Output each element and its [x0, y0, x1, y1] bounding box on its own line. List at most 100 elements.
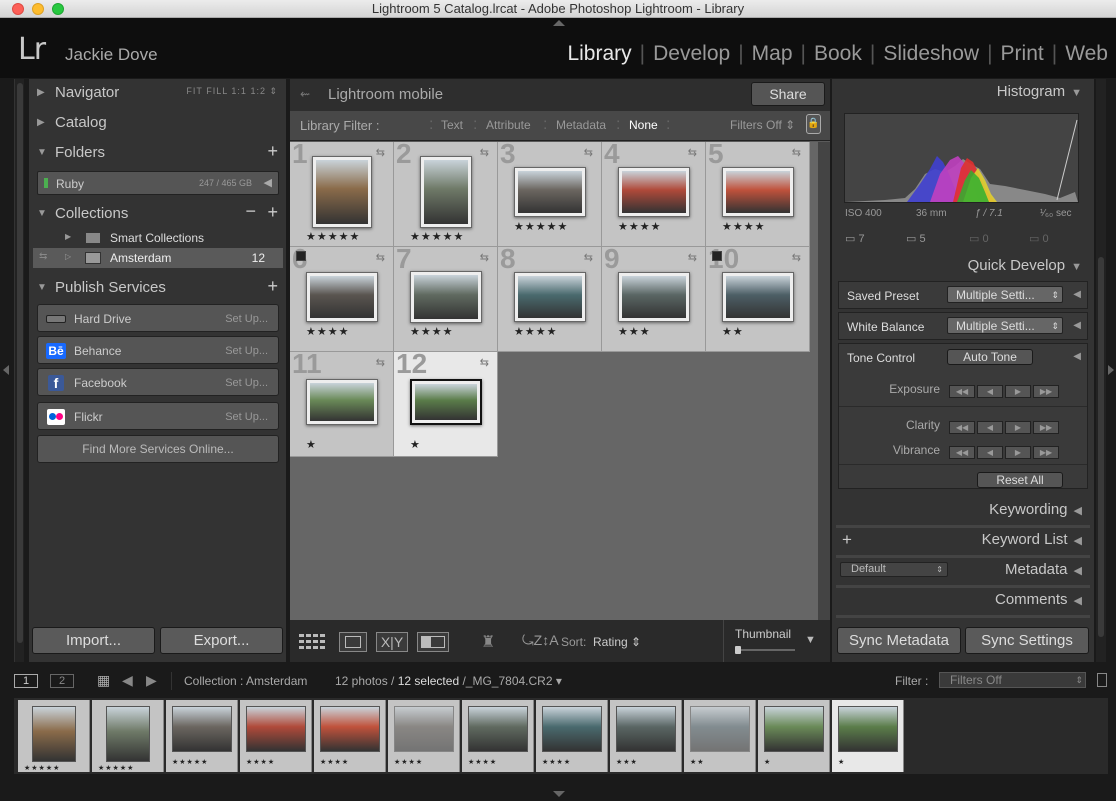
filmstrip-thumbnail[interactable]: ★	[832, 700, 904, 772]
module-book[interactable]: Book	[806, 42, 870, 65]
setup-link[interactable]: Set Up...	[225, 313, 268, 325]
publish-facebook[interactable]: f Facebook Set Up...	[37, 368, 279, 396]
star-rating[interactable]: ★★★	[618, 325, 651, 338]
photo-thumbnail[interactable]	[514, 167, 586, 217]
import-button[interactable]: Import...	[32, 627, 155, 654]
module-print[interactable]: Print	[993, 42, 1052, 65]
filmstrip-thumbnail[interactable]: ★★	[684, 700, 756, 772]
grid-cell[interactable]: 12 ⇆ ★	[394, 348, 498, 457]
grid-cell[interactable]: 9 ⇆ ★★★	[602, 243, 706, 352]
quick-develop-header[interactable]: Quick Develop ▼	[968, 257, 1082, 274]
catalog-header[interactable]: ▶ Catalog	[29, 109, 286, 137]
star-rating[interactable]: ★★	[722, 325, 744, 338]
publish-behance[interactable]: Bē Behance Set Up...	[37, 336, 279, 364]
filter-metadata-tab[interactable]: Metadata	[556, 118, 606, 132]
add-collection-icon[interactable]: +	[267, 202, 278, 223]
filmstrip-thumbnail[interactable]: ★★★★★	[166, 700, 238, 772]
forward-arrow-icon[interactable]: ▶	[146, 672, 157, 689]
filmstrip-thumbnail[interactable]: ★★★★★	[92, 700, 164, 772]
rotate-arrow-icon[interactable]: ⇆	[792, 251, 801, 264]
star-rating[interactable]: ★★★★★	[514, 220, 568, 233]
grid-shortcut-icon[interactable]: ▦	[97, 672, 110, 689]
star-rating[interactable]: ★	[410, 438, 421, 451]
module-web[interactable]: Web	[1057, 42, 1108, 65]
current-collection-label[interactable]: Collection : Amsterdam	[184, 674, 307, 688]
star-rating[interactable]: ★★★★	[514, 325, 557, 338]
rotate-arrow-icon[interactable]: ⇆	[480, 146, 489, 159]
collection-amsterdam[interactable]: ⇆ ▷ Amsterdam 12	[33, 248, 283, 268]
photo-thumbnail[interactable]	[312, 156, 372, 228]
keyword-list-header[interactable]: Keyword List ◀	[982, 531, 1082, 548]
grid-cell[interactable]: 3 ⇆ ★★★★★	[498, 138, 602, 247]
grid-scrollbar[interactable]	[818, 142, 830, 620]
left-panel-scrollbar[interactable]	[14, 79, 24, 662]
collapse-volume-icon[interactable]: ◀	[264, 176, 272, 189]
export-button[interactable]: Export...	[160, 627, 283, 654]
rotate-arrow-icon[interactable]: ⇆	[688, 251, 697, 264]
filmstrip-thumbnail[interactable]: ★★★★	[536, 700, 608, 772]
remove-collection-icon[interactable]: −	[245, 201, 256, 222]
zoom-fill[interactable]: FILL	[206, 86, 228, 96]
filmstrip-thumbnail[interactable]: ★★★★★	[18, 700, 90, 772]
collapse-bottom-panel-icon[interactable]	[553, 791, 565, 797]
photo-thumbnail[interactable]	[306, 379, 378, 425]
filter-lock-icon[interactable]	[1097, 673, 1107, 687]
photo-thumbnail[interactable]	[410, 271, 482, 323]
rotate-arrow-icon[interactable]: ⇆	[376, 146, 385, 159]
collections-header[interactable]: ▼ Collections − +	[29, 200, 286, 228]
rotate-arrow-icon[interactable]: ⇆	[584, 251, 593, 264]
rotate-arrow-icon[interactable]: ⇆	[584, 146, 593, 159]
auto-tone-button[interactable]: Auto Tone	[947, 349, 1033, 365]
star-rating[interactable]: ★	[306, 438, 317, 451]
comments-header[interactable]: Comments ◀	[995, 591, 1082, 608]
photo-thumbnail[interactable]	[410, 379, 482, 425]
zoom-1-1[interactable]: 1:1	[231, 86, 247, 96]
navigator-header[interactable]: ▶ Navigator FIT FILL 1:1 1:2 ⇕	[29, 79, 286, 107]
filmstrip-thumbnail[interactable]: ★★★	[610, 700, 682, 772]
share-button[interactable]: Share	[751, 82, 825, 106]
grid-cell[interactable]: 1 ⇆ ★★★★★	[290, 138, 394, 247]
filmstrip-thumbnail[interactable]: ★★★★	[388, 700, 460, 772]
module-slideshow[interactable]: Slideshow	[875, 42, 987, 65]
grid-cell[interactable]: 5 ⇆ ★★★★	[706, 138, 810, 247]
metadata-header[interactable]: Metadata ◀	[1005, 561, 1082, 578]
module-develop[interactable]: Develop	[645, 42, 738, 65]
sort-dropdown[interactable]: Rating ⇕	[593, 635, 641, 649]
photo-thumbnail[interactable]	[722, 272, 794, 322]
histogram-header[interactable]: Histogram ▼	[997, 83, 1082, 100]
find-more-services-button[interactable]: Find More Services Online...	[37, 435, 279, 463]
compare-view-icon[interactable]: X|Y	[376, 632, 408, 652]
expand-row-icon[interactable]: ◀	[1073, 351, 1081, 362]
reset-all-button[interactable]: Reset All	[977, 472, 1063, 488]
sort-direction-icon[interactable]: ⤿Z↕A	[522, 632, 559, 652]
sync-settings-button[interactable]: Sync Settings	[965, 627, 1089, 654]
expand-row-icon[interactable]: ◀	[1073, 320, 1081, 331]
selection-info[interactable]: 12 photos / 12 selected /_MG_7804.CR2 ▾	[335, 674, 562, 688]
add-keyword-icon[interactable]: +	[842, 530, 852, 550]
grid-cell[interactable]: 2 ⇆ ★★★★★	[394, 138, 498, 247]
rotate-arrow-icon[interactable]: ⇆	[376, 251, 385, 264]
expand-row-icon[interactable]: ◀	[1073, 289, 1081, 300]
volume-ruby[interactable]: Ruby 247 / 465 GB ◀	[37, 171, 279, 195]
setup-link[interactable]: Set Up...	[225, 377, 268, 389]
rotate-arrow-icon[interactable]: ⇆	[480, 356, 489, 369]
collapse-right-panel-icon[interactable]	[1108, 365, 1114, 375]
rotate-arrow-icon[interactable]: ⇆	[792, 146, 801, 159]
toolbar-menu-chevron-icon[interactable]: ▼	[805, 634, 816, 646]
photo-thumbnail[interactable]	[420, 156, 472, 228]
slider-thumb[interactable]	[735, 646, 741, 654]
star-rating[interactable]: ★★★★	[410, 325, 453, 338]
grid-cell[interactable]: 10 ⇆ ★★	[706, 243, 810, 352]
star-rating[interactable]: ★★★★★	[306, 230, 360, 243]
rotate-arrow-icon[interactable]: ⇆	[480, 251, 489, 264]
publish-services-header[interactable]: ▼ Publish Services +	[29, 274, 286, 302]
zoom-1-2[interactable]: 1:2	[250, 86, 266, 96]
filmstrip-thumbnail[interactable]: ★★★★	[462, 700, 534, 772]
lock-icon[interactable]: 🔒	[806, 114, 821, 134]
thumbnail-size-slider[interactable]	[735, 646, 795, 654]
folders-header[interactable]: ▼ Folders +	[29, 139, 286, 167]
photo-thumbnail[interactable]	[722, 167, 794, 217]
module-map[interactable]: Map	[744, 42, 801, 65]
sync-icon[interactable]: ⇜	[300, 87, 310, 101]
grid-cell[interactable]: 6⇆★★★★	[290, 243, 394, 352]
